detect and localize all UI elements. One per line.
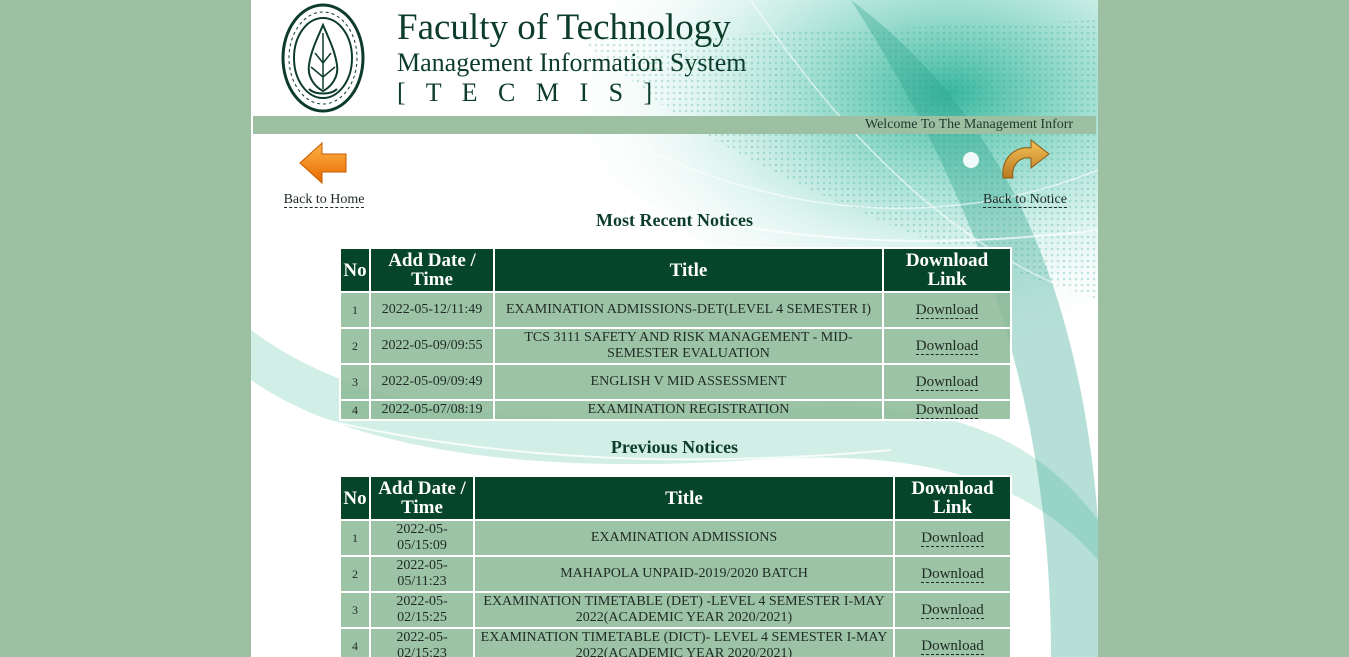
column-header-date: Add Date / Time [369, 247, 495, 293]
left-arrow-icon [299, 141, 347, 185]
row-title: EXAMINATION TIMETABLE (DICT)- LEVEL 4 SE… [473, 627, 895, 657]
row-number: 1 [339, 519, 371, 557]
column-header-download: Download Link [882, 247, 1012, 293]
row-download-cell: Download [893, 591, 1012, 629]
welcome-marquee: Welcome To The Management Inforr [253, 116, 1096, 134]
column-header-title: Title [493, 247, 884, 293]
row-date: 2022-05-12/11:49 [369, 291, 495, 329]
column-header-title: Title [473, 475, 895, 521]
page-title: Faculty of Technology [397, 7, 731, 48]
download-link[interactable]: Download [921, 529, 984, 547]
row-download-cell: Download [893, 555, 1012, 593]
download-link[interactable]: Download [921, 637, 984, 655]
row-download-cell: Download [882, 291, 1012, 329]
row-title: TCS 3111 SAFETY AND RISK MANAGEMENT - MI… [493, 327, 884, 365]
row-date: 2022-05-02/15:23 [369, 627, 475, 657]
row-title: EXAMINATION ADMISSIONS-DET(LEVEL 4 SEMES… [493, 291, 884, 329]
row-number: 3 [339, 591, 371, 629]
system-abbreviation: [ T E C M I S ] [397, 78, 660, 107]
back-to-notice-label: Back to Notice [983, 192, 1067, 208]
download-link[interactable]: Download [915, 373, 979, 391]
row-date: 2022-05-05/11:23 [369, 555, 475, 593]
table-row: 1 2022-05-12/11:49 EXAMINATION ADMISSION… [339, 291, 1012, 329]
row-date: 2022-05-07/08:19 [369, 399, 495, 421]
row-number: 2 [339, 327, 371, 365]
row-date: 2022-05-09/09:49 [369, 363, 495, 401]
page-subtitle: Management Information System [397, 48, 747, 77]
download-link[interactable]: Download [915, 337, 979, 355]
table-row: 3 2022-05-02/15:25 EXAMINATION TIMETABLE… [339, 591, 1012, 629]
back-to-home-label: Back to Home [283, 192, 365, 208]
row-title: EXAMINATION ADMISSIONS [473, 519, 895, 557]
previous-notices-heading: Previous Notices [610, 437, 739, 457]
row-title: EXAMINATION REGISTRATION [493, 399, 884, 421]
row-title: EXAMINATION TIMETABLE (DET) -LEVEL 4 SEM… [473, 591, 895, 629]
back-to-notice-link[interactable]: Back to Notice [977, 136, 1073, 208]
download-link[interactable]: Download [921, 565, 984, 583]
column-header-download: Download Link [893, 475, 1012, 521]
column-header-date: Add Date / Time [369, 475, 475, 521]
row-title: MAHAPOLA UNPAID-2019/2020 BATCH [473, 555, 895, 593]
row-number: 1 [339, 291, 371, 329]
row-date: 2022-05-05/15:09 [369, 519, 475, 557]
recent-notices-table: No Add Date / Time Title Download Link 1… [339, 247, 1012, 421]
row-date: 2022-05-09/09:55 [369, 327, 495, 365]
university-logo [281, 3, 365, 113]
row-number: 3 [339, 363, 371, 401]
row-download-cell: Download [882, 399, 1012, 421]
table-row: 2 2022-05-05/11:23 MAHAPOLA UNPAID-2019/… [339, 555, 1012, 593]
table-header-row: No Add Date / Time Title Download Link [339, 475, 1012, 521]
table-row: 1 2022-05-05/15:09 EXAMINATION ADMISSION… [339, 519, 1012, 557]
table-row: 3 2022-05-09/09:49 ENGLISH V MID ASSESSM… [339, 363, 1012, 401]
table-row: 4 2022-05-02/15:23 EXAMINATION TIMETABLE… [339, 627, 1012, 657]
row-download-cell: Download [882, 327, 1012, 365]
download-link[interactable]: Download [915, 301, 979, 319]
table-row: 4 2022-05-07/08:19 EXAMINATION REGISTRAT… [339, 399, 1012, 421]
download-link[interactable]: Download [915, 402, 979, 418]
back-to-home-link[interactable]: Back to Home [277, 140, 371, 208]
row-download-cell: Download [893, 519, 1012, 557]
marquee-text: Welcome To The Management Inforr [865, 117, 1074, 132]
row-download-cell: Download [893, 627, 1012, 657]
column-header-no: No [339, 247, 371, 293]
row-number: 2 [339, 555, 371, 593]
row-date: 2022-05-02/15:25 [369, 591, 475, 629]
previous-notices-table: No Add Date / Time Title Download Link 1… [339, 475, 1012, 657]
row-number: 4 [339, 627, 371, 657]
curved-arrow-icon [1002, 138, 1050, 179]
table-row: 2 2022-05-09/09:55 TCS 3111 SAFETY AND R… [339, 327, 1012, 365]
row-title: ENGLISH V MID ASSESSMENT [493, 363, 884, 401]
download-link[interactable]: Download [921, 601, 984, 619]
column-header-no: No [339, 475, 371, 521]
table-header-row: No Add Date / Time Title Download Link [339, 247, 1012, 293]
page-container: Faculty of Technology Management Informa… [251, 0, 1098, 657]
row-number: 4 [339, 399, 371, 421]
row-download-cell: Download [882, 363, 1012, 401]
recent-notices-heading: Most Recent Notices [596, 210, 753, 230]
